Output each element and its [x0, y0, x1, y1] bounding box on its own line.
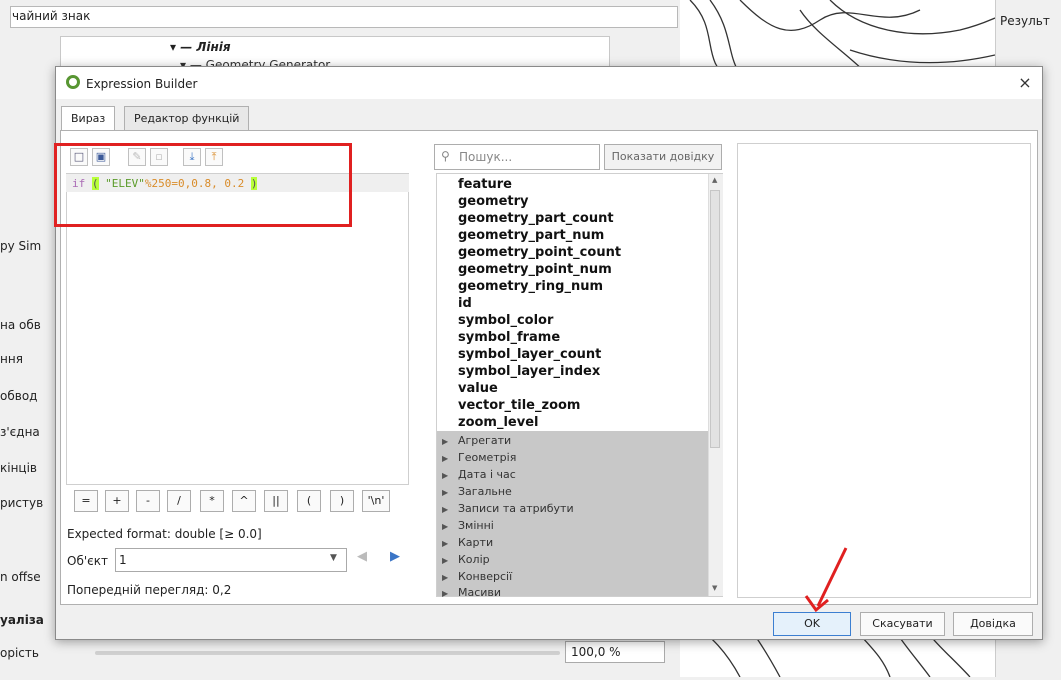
operator-equals-button[interactable]: = — [74, 490, 98, 512]
list-item[interactable]: geometry — [458, 194, 529, 209]
chevron-right-icon[interactable]: ▶ — [442, 488, 448, 497]
list-item[interactable]: geometry_part_num — [458, 228, 604, 243]
side-label: ння — [0, 352, 23, 366]
list-item[interactable]: symbol_color — [458, 313, 553, 328]
search-icon: ⚲ — [441, 149, 450, 163]
opacity-value: 100,0 % — [571, 645, 621, 659]
group-item[interactable]: Дата і час — [458, 468, 516, 481]
list-item[interactable]: geometry_point_count — [458, 245, 621, 260]
group-item[interactable]: Конверсії — [458, 570, 512, 583]
dialog-title: Expression Builder — [86, 77, 198, 91]
operator-newline-button[interactable]: '\n' — [362, 490, 390, 512]
feature-combo[interactable] — [115, 548, 347, 572]
operator-power-button[interactable]: ^ — [232, 490, 256, 512]
operator-open-paren-button[interactable]: ( — [297, 490, 321, 512]
tab-function-editor[interactable]: Редактор функцій — [124, 106, 250, 130]
chevron-right-icon[interactable]: ▶ — [442, 454, 448, 463]
side-label: n offse — [0, 570, 41, 584]
side-label: кінців — [0, 461, 38, 475]
side-label: уаліза — [0, 613, 44, 627]
group-item[interactable]: Загальне — [458, 485, 512, 498]
side-label: py Sim — [0, 239, 42, 253]
side-label: обвод — [0, 389, 38, 403]
side-label: ристув — [0, 496, 44, 510]
annotation-highlight-box — [54, 143, 352, 227]
scroll-up-icon[interactable]: ▲ — [712, 176, 717, 184]
feature-value: 1 — [119, 553, 127, 567]
list-item[interactable]: symbol_frame — [458, 330, 560, 345]
group-item[interactable]: Змінні — [458, 519, 494, 532]
group-item[interactable]: Геометрія — [458, 451, 516, 464]
chevron-right-icon[interactable]: ▶ — [442, 573, 448, 582]
results-panel-title: Результ — [1000, 14, 1050, 28]
operator-multiply-button[interactable]: * — [200, 490, 224, 512]
help-panel — [737, 143, 1031, 598]
list-item[interactable]: geometry_part_count — [458, 211, 614, 226]
opacity-slider[interactable] — [95, 651, 560, 655]
list-item[interactable]: feature — [458, 177, 512, 192]
group-item[interactable]: Масиви — [458, 586, 501, 596]
tab-expression[interactable]: Вираз — [61, 106, 116, 132]
scroll-down-icon[interactable]: ▼ — [712, 584, 717, 592]
list-item[interactable]: value — [458, 381, 498, 396]
tree-item-line[interactable]: ▾ — Лінія — [170, 40, 231, 54]
list-item[interactable]: geometry_ring_num — [458, 279, 603, 294]
chevron-right-icon[interactable]: ▶ — [442, 556, 448, 565]
side-label: з'єдна — [0, 425, 40, 439]
list-item[interactable]: zoom_level — [458, 415, 539, 430]
group-item[interactable]: Карти — [458, 536, 493, 549]
list-item[interactable]: symbol_layer_index — [458, 364, 600, 379]
close-button[interactable]: × — [1014, 72, 1036, 94]
side-label: на обв — [0, 318, 41, 332]
list-item[interactable]: vector_tile_zoom — [458, 398, 580, 413]
expected-format: Expected format: double [≥ 0.0] — [67, 527, 262, 541]
search-placeholder: Пошук... — [459, 150, 513, 164]
list-item[interactable]: geometry_point_num — [458, 262, 612, 277]
show-help-button[interactable]: Показати довідку — [604, 144, 722, 170]
symbol-type-combo[interactable] — [10, 6, 678, 28]
chevron-right-icon[interactable]: ▶ — [442, 589, 448, 598]
group-item[interactable]: Агрегати — [458, 434, 511, 447]
feature-label: Об'єкт — [67, 554, 108, 568]
group-item[interactable]: Записи та атрибути — [458, 502, 574, 515]
cancel-button[interactable]: Скасувати — [860, 612, 945, 636]
side-label: орість — [0, 646, 39, 660]
operator-plus-button[interactable]: + — [105, 490, 129, 512]
operator-divide-button[interactable]: / — [167, 490, 191, 512]
operator-concat-button[interactable]: || — [264, 490, 288, 512]
chevron-right-icon[interactable]: ▶ — [442, 437, 448, 446]
chevron-right-icon[interactable]: ▶ — [442, 522, 448, 531]
dialog-titlebar[interactable] — [56, 67, 1042, 99]
symbol-type-combo-text: чайний знак — [12, 9, 91, 23]
list-item[interactable]: id — [458, 296, 472, 311]
operator-minus-button[interactable]: - — [136, 490, 160, 512]
next-feature-button[interactable]: ▶ — [385, 549, 405, 571]
preview-text: Попередній перегляд: 0,2 — [67, 583, 232, 597]
help-button[interactable]: Довідка — [953, 612, 1033, 636]
annotation-arrow-icon — [804, 547, 848, 613]
list-item[interactable]: symbol_layer_count — [458, 347, 601, 362]
tree-item-line-label: Лінія — [196, 40, 231, 54]
operator-close-paren-button[interactable]: ) — [330, 490, 354, 512]
qgis-logo-icon — [66, 75, 80, 89]
chevron-down-icon[interactable]: ▼ — [330, 553, 337, 563]
previous-feature-button[interactable]: ◀ — [352, 549, 372, 571]
chevron-right-icon[interactable]: ▶ — [442, 505, 448, 514]
group-item[interactable]: Колір — [458, 553, 490, 566]
chevron-right-icon[interactable]: ▶ — [442, 539, 448, 548]
chevron-right-icon[interactable]: ▶ — [442, 471, 448, 480]
scrollbar-thumb[interactable] — [710, 190, 720, 448]
